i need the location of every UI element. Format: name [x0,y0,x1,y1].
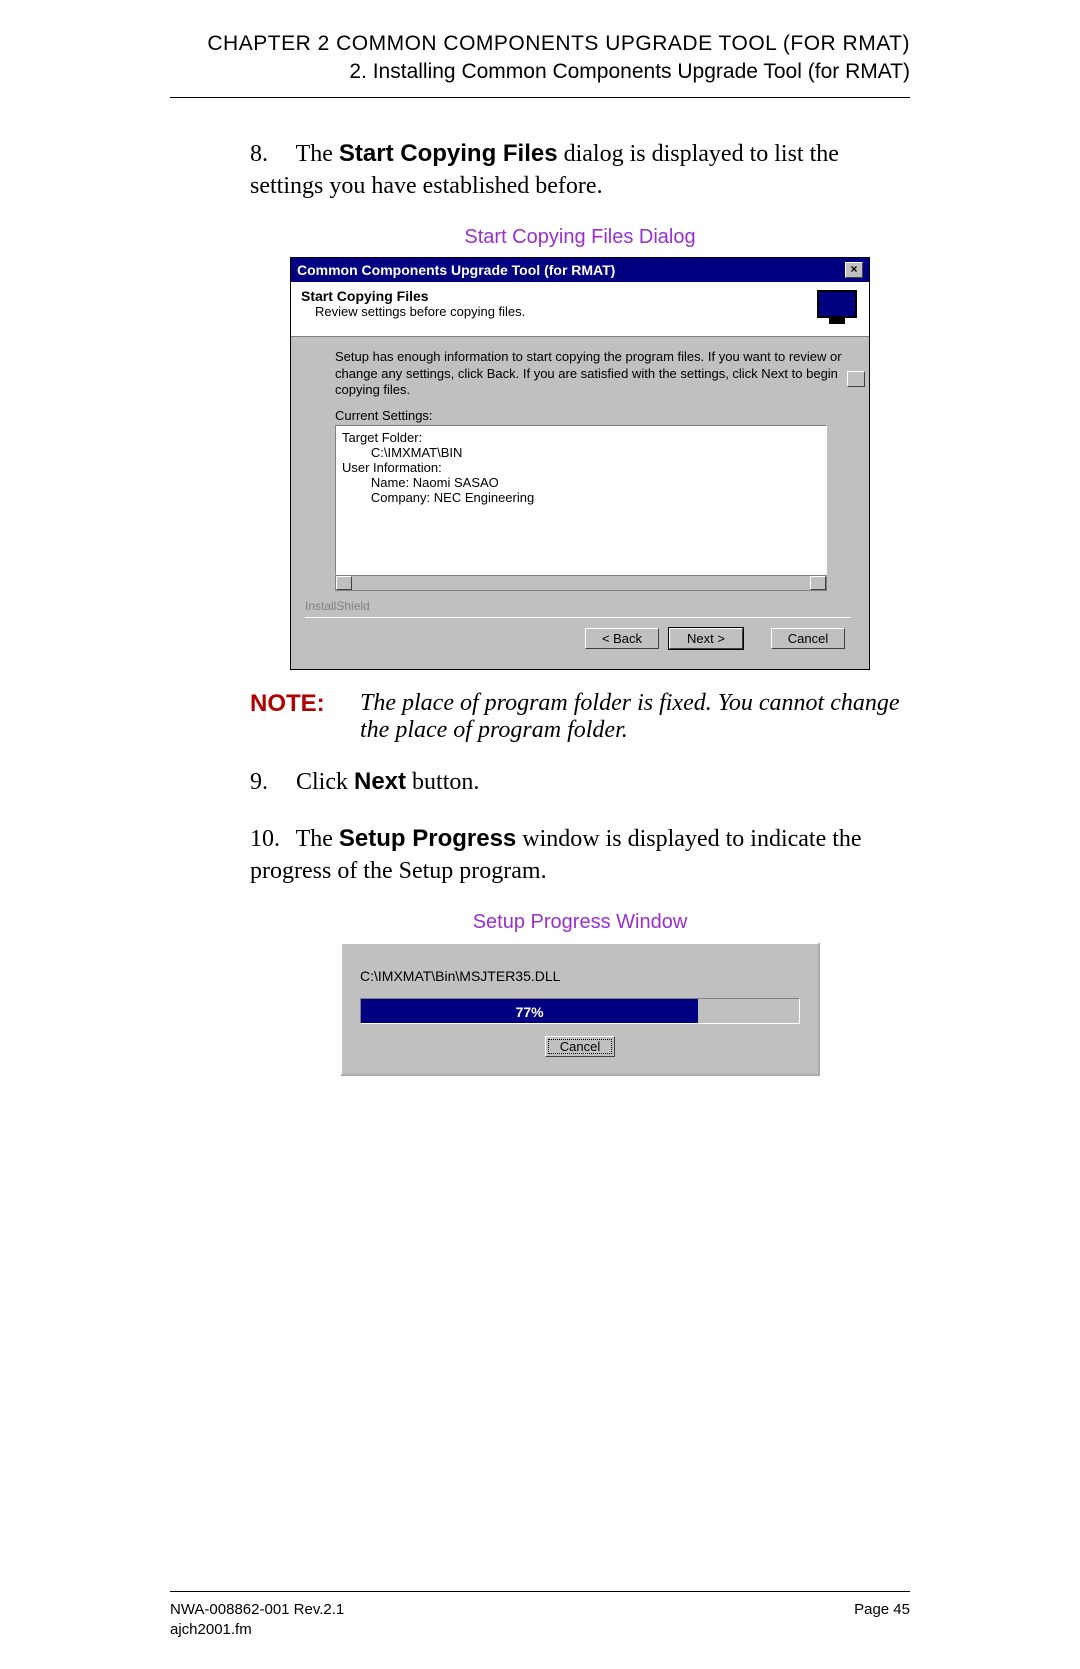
section-title: 2. Installing Common Components Upgrade … [170,58,910,86]
progress-file-path: C:\IMXMAT\Bin\MSJTER35.DLL [360,968,800,984]
step-10-number: 10. [250,823,290,855]
close-icon[interactable]: × [845,262,863,278]
step-10: 10. The Setup Progress window is display… [250,823,910,888]
step-8-bold: Start Copying Files [339,140,558,167]
step-9-pre: Click [296,769,354,795]
settings-line-6: Company: NEC Engineering [342,490,820,505]
header-divider [170,97,910,98]
setup-progress-window: C:\IMXMAT\Bin\MSJTER35.DLL 77% Cancel [340,942,820,1076]
horizontal-scrollbar[interactable] [335,575,827,591]
figure-caption-1: Start Copying Files Dialog [250,226,910,249]
page-footer: NWA-008862-001 Rev.2.1 ajch2001.fm Page … [170,1591,910,1639]
current-settings-textarea[interactable]: Target Folder: C:\IMXMAT\BIN User Inform… [335,425,827,575]
footer-page-number: Page 45 [854,1600,910,1639]
footer-divider [170,1591,910,1592]
chapter-title: CHAPTER 2 COMMON COMPONENTS UPGRADE TOOL… [170,30,910,58]
settings-line-5: Name: Naomi SASAO [342,475,820,490]
note-block: NOTE: The place of program folder is fix… [250,690,910,744]
footer-filename: ajch2001.fm [170,1620,344,1640]
figure-caption-2: Setup Progress Window [250,911,910,934]
settings-line-2: C:\IMXMAT\BIN [342,445,820,460]
note-text: The place of program folder is fixed. Yo… [360,690,910,744]
step-10-pre: The [296,826,339,852]
cancel-button[interactable]: Cancel [771,628,845,649]
dialog-panel-subtitle: Review settings before copying files. [301,304,525,319]
step-9-post: button. [406,769,479,795]
progress-percent: 77% [361,999,698,1023]
installshield-label: InstallShield [305,591,851,613]
step-8-pre: The [296,141,339,167]
dialog-panel-title: Start Copying Files [301,288,525,304]
step-9-bold: Next [354,768,406,795]
footer-docnum: NWA-008862-001 Rev.2.1 [170,1600,344,1620]
computer-icon [811,288,861,328]
settings-line-1: Target Folder: [342,430,820,445]
step-8-number: 8. [250,138,290,170]
step-10-bold: Setup Progress [339,825,516,852]
dialog-instructions: Setup has enough information to start co… [335,349,851,398]
step-9-number: 9. [250,766,290,798]
step-9: 9. Click Next button. [250,766,910,798]
progress-cancel-button[interactable]: Cancel [545,1036,615,1057]
progress-bar: 77% [360,998,800,1024]
step-8: 8. The Start Copying Files dialog is dis… [250,138,910,203]
note-label: NOTE: [250,690,360,744]
dialog-titlebar[interactable]: Common Components Upgrade Tool (for RMAT… [291,258,869,282]
start-copying-dialog: Common Components Upgrade Tool (for RMAT… [290,257,870,670]
scroll-right-icon[interactable] [810,576,826,590]
scroll-left-icon[interactable] [336,576,352,590]
next-button[interactable]: Next > [669,628,743,649]
settings-line-4: User Information: [342,460,820,475]
back-button[interactable]: < Back [585,628,659,649]
dialog-title: Common Components Upgrade Tool (for RMAT… [297,262,615,278]
scroll-up-icon[interactable] [847,371,865,387]
current-settings-label: Current Settings: [335,408,851,423]
